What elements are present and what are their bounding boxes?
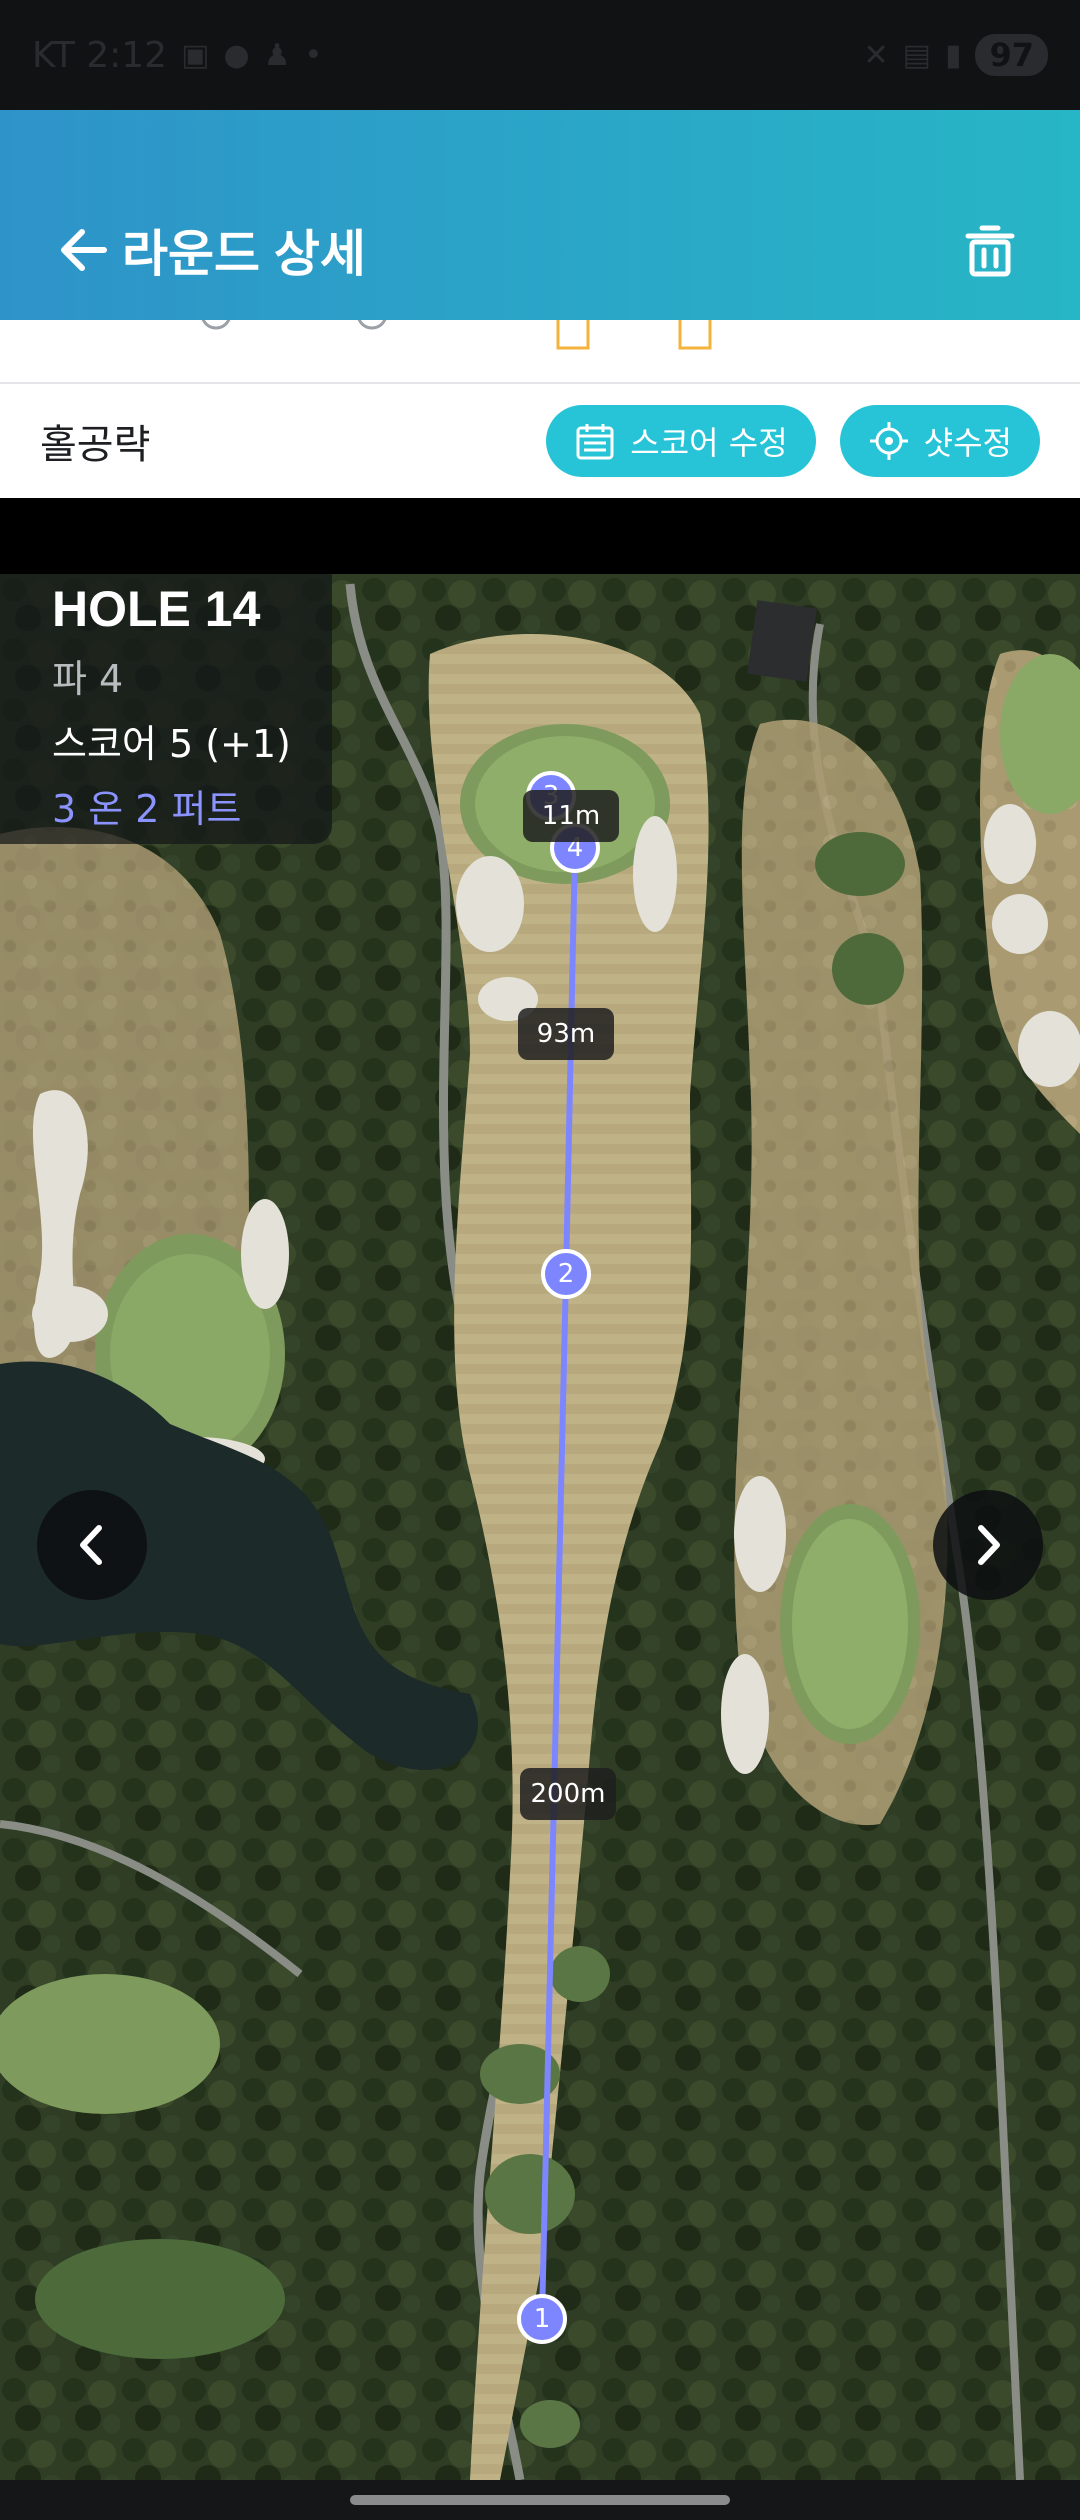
network-icon: ▤ xyxy=(902,37,931,73)
delete-button[interactable] xyxy=(962,222,1018,278)
shot-edit-label: 샷수정 xyxy=(923,424,1012,462)
map-top-bar xyxy=(0,498,1080,574)
status-left: KT 2:12 ▣ ● ♟ • xyxy=(32,35,322,76)
signal-icon: ▮ xyxy=(944,37,962,73)
chat-icon: ● xyxy=(223,37,250,73)
previous-hole-button[interactable] xyxy=(37,1490,147,1600)
course-map[interactable]: 1234200m93m11m HOLE 14 파 4 스코어 5 (+1) 3 … xyxy=(0,574,1080,2480)
target-icon xyxy=(869,422,908,460)
shot-marker[interactable]: 1 xyxy=(517,2294,567,2344)
dot-icon: • xyxy=(304,37,323,73)
page-title: 라운드 상세 xyxy=(122,226,366,282)
hole-info-panel: HOLE 14 파 4 스코어 5 (+1) 3 온 2 퍼트 xyxy=(0,574,332,844)
distance-label: 200m xyxy=(520,1768,616,1820)
satellite-map xyxy=(0,574,1080,2480)
mute-icon: ✕ xyxy=(863,37,889,73)
hole-putts: 3 온 2 퍼트 xyxy=(52,787,242,831)
distance-label: 11m xyxy=(523,790,619,842)
calendar-icon xyxy=(576,424,614,460)
status-right: ✕ ▤ ▮ 97 xyxy=(863,34,1048,76)
gallery-icon: ▣ xyxy=(181,37,210,73)
legend-fragments xyxy=(201,320,712,350)
chevron-left-icon xyxy=(80,1525,102,1565)
home-indicator[interactable] xyxy=(350,2495,730,2505)
distance-label: 93m xyxy=(518,1008,614,1060)
arrow-left-icon xyxy=(61,229,107,271)
app-header: 라운드 상세 xyxy=(0,110,1080,320)
section-title: 홀공략 xyxy=(40,423,151,467)
hole-par: 파 4 xyxy=(52,657,124,701)
shot-marker[interactable]: 2 xyxy=(541,1249,591,1299)
status-time: KT 2:12 xyxy=(32,34,168,76)
people-icon: ♟ xyxy=(263,37,291,73)
hole-strategy-row: 홀공략 스코어 수정 샷수정 xyxy=(0,384,1080,498)
hole-title: HOLE 14 xyxy=(52,581,261,637)
battery-indicator: 97 xyxy=(975,34,1048,76)
score-edit-button[interactable]: 스코어 수정 xyxy=(546,405,816,477)
shot-edit-button[interactable]: 샷수정 xyxy=(839,405,1040,477)
legend-strip xyxy=(0,320,1080,384)
score-edit-label: 스코어 수정 xyxy=(630,424,788,462)
chevron-right-icon xyxy=(978,1525,1000,1565)
next-hole-button[interactable] xyxy=(933,1490,1043,1600)
trash-icon xyxy=(965,225,1015,277)
back-button[interactable] xyxy=(54,220,114,280)
status-bar: KT 2:12 ▣ ● ♟ • ✕ ▤ ▮ 97 xyxy=(0,0,1080,110)
hole-score: 스코어 5 (+1) xyxy=(52,722,291,766)
